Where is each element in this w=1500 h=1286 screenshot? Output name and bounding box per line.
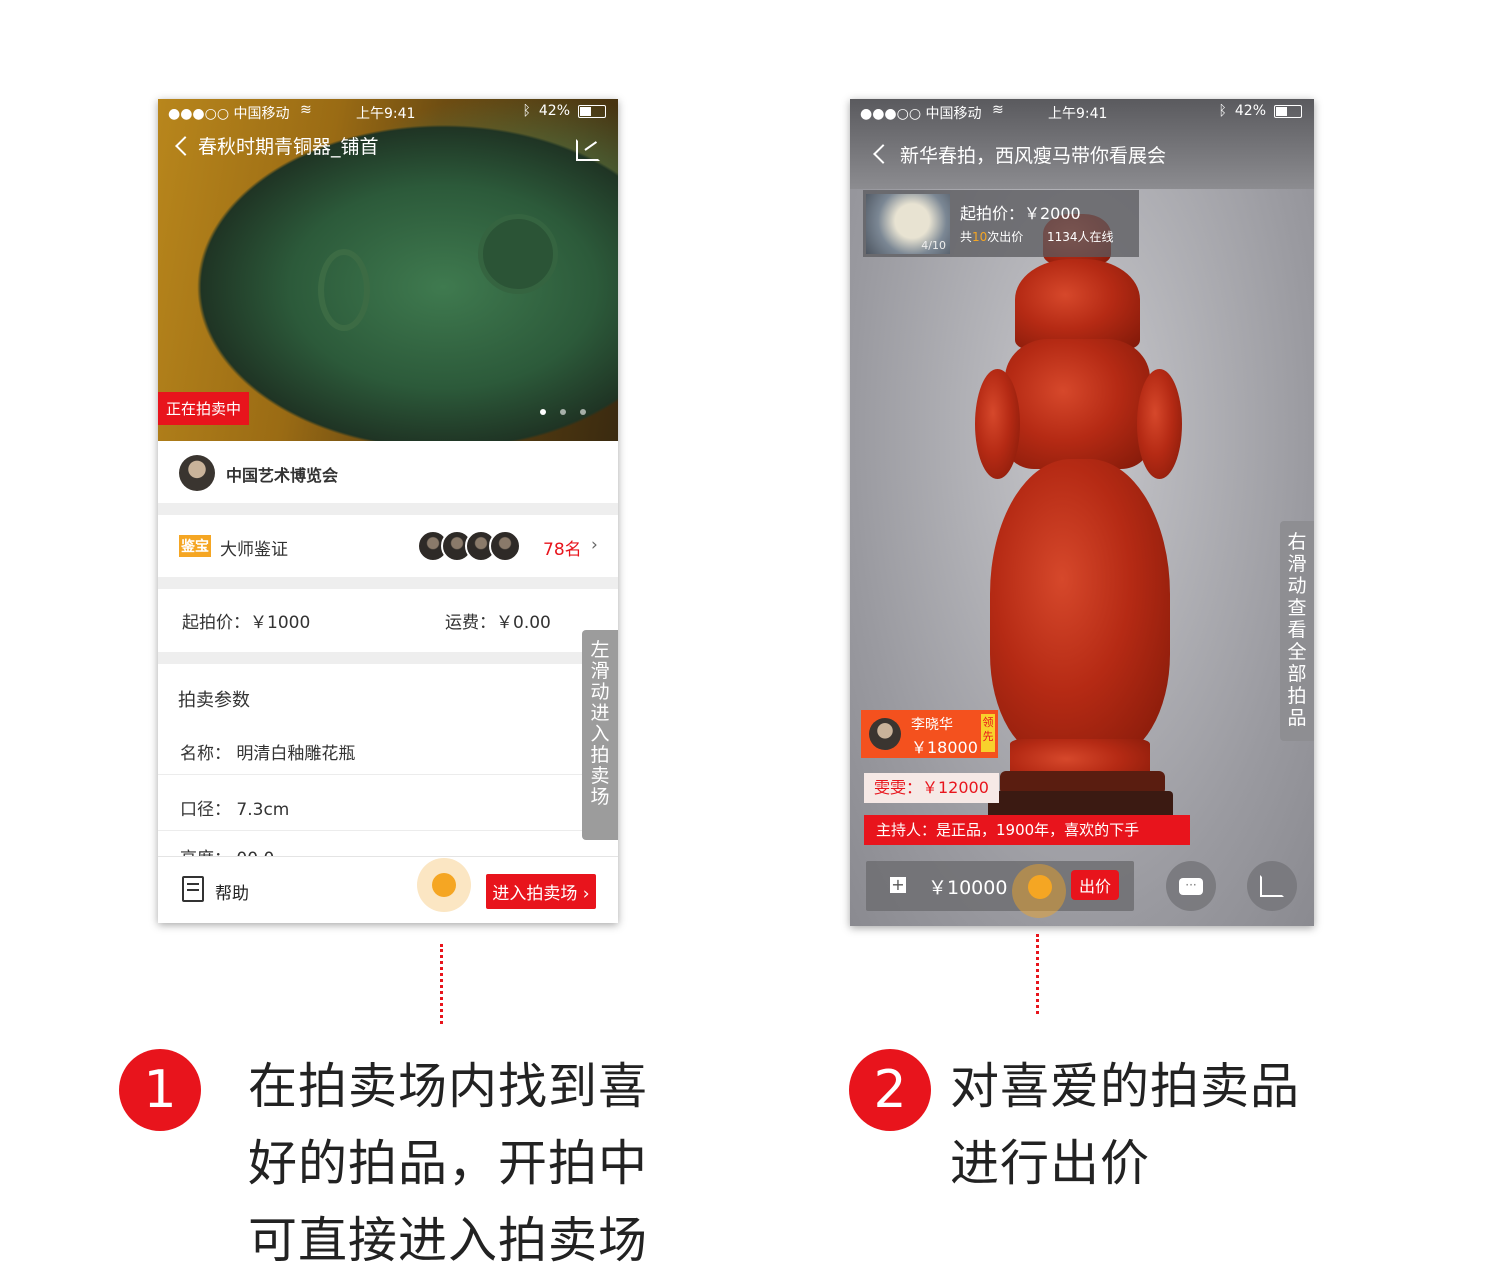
clock-label: 上午9:41 <box>356 106 416 122</box>
card-online-count: 1134人在线 <box>1047 230 1114 244</box>
lot-thumbnail[interactable]: 4/10 <box>866 194 950 254</box>
share-button[interactable] <box>1247 861 1297 911</box>
help-book-icon[interactable] <box>182 876 204 902</box>
live-auction-tag: 正在拍卖中 <box>158 392 250 425</box>
bluetooth-icon: ᛒ <box>1218 103 1227 119</box>
current-bid[interactable]: ￥10000 <box>928 873 1007 900</box>
chat-bubble-icon: ··· <box>1179 877 1203 895</box>
param-clip: 高度： 00.0 <box>158 844 618 856</box>
vase-handle-right <box>1137 369 1182 479</box>
swipe-right-label: 右滑动查看全部拍品 <box>1287 531 1307 729</box>
chevron-right-icon[interactable]: › <box>591 535 598 555</box>
param-diameter: 口径： 7.3cm <box>180 800 290 820</box>
lot-info-card[interactable]: 4/10 起拍价：￥2000 共10次出价 1134人在线 <box>863 190 1139 257</box>
page-title: 春秋时期青铜器_铺首 <box>198 136 379 158</box>
shipping-fee: 运费：￥0.00 <box>445 613 551 633</box>
appraise-label: 大师鉴证 <box>220 540 288 560</box>
page-title: 新华春拍，西风瘦马带你看展会 <box>900 145 1167 167</box>
swipe-left-label: 左滑动进入拍卖场 <box>590 639 610 808</box>
battery-percent: 42% <box>538 103 570 119</box>
param-name: 名称： 明清白釉雕花瓶 <box>180 744 356 764</box>
enter-auction-button[interactable]: 进入拍卖场 › <box>486 874 596 909</box>
leader-price: ￥18000 <box>911 738 978 757</box>
organizer-name[interactable]: 中国艺术博览会 <box>226 462 338 486</box>
step-number-1: 1 <box>119 1049 201 1131</box>
step-2-line: 对喜爱的拍卖品 <box>950 1058 1301 1115</box>
appraise-count[interactable]: 78名 <box>543 535 582 560</box>
swipe-right-tab[interactable]: 右滑动查看全部拍品 <box>1280 521 1314 741</box>
bids-suffix: 次出价 <box>987 230 1024 244</box>
section-divider <box>158 577 618 589</box>
section-divider <box>158 652 618 664</box>
bid-button[interactable]: 出价 <box>1071 870 1119 900</box>
bottom-bar: 帮助 进入拍卖场 › <box>158 856 618 923</box>
phone-screen-item-detail: ●●●○○ 中国移动 ≋ 上午9:41 ᛒ 42% 春秋时期青铜器_铺首 正在拍… <box>158 99 618 923</box>
vase-belly <box>990 459 1170 759</box>
battery-icon <box>1274 104 1302 118</box>
carousel-dot[interactable] <box>540 409 546 415</box>
bids-prefix: 共 <box>960 230 973 244</box>
leading-bid-chip: 李晓华 ￥18000 领先 <box>861 710 998 758</box>
card-bid-count: 共10次出价 <box>960 228 1023 245</box>
host-message: 主持人：是正品，1900年，喜欢的下手 <box>864 815 1190 845</box>
carrier-label: ●●●○○ 中国移动 <box>860 106 982 122</box>
bid-control-bar: + ￥10000 出价 <box>866 861 1134 918</box>
status-right: ᛒ 42% <box>522 103 606 119</box>
bidder-avatar <box>869 718 901 750</box>
vase-lid <box>1015 259 1140 349</box>
step-1-line: 在拍卖场内找到喜 <box>248 1058 649 1115</box>
touch-indicator-dot <box>1028 875 1052 899</box>
params-title: 拍卖参数 <box>178 690 250 711</box>
wifi-icon: ≋ <box>992 102 1004 118</box>
status-bar: ●●●○○ 中国移动 ≋ 上午9:41 ᛒ 42% <box>158 99 618 125</box>
step-2-line: 进行出价 <box>950 1135 1151 1192</box>
carousel-dot[interactable] <box>560 409 566 415</box>
step-1-caption: 在拍卖场内找到喜 好的拍品，开拍中 可直接进入拍卖场 <box>248 1048 648 1279</box>
step-1-line: 可直接进入拍卖场 <box>248 1212 649 1269</box>
status-right: ᛒ 42% <box>1218 103 1302 119</box>
carousel-dot[interactable] <box>580 409 586 415</box>
appraise-badge: 鉴宝 <box>179 535 211 557</box>
row-divider <box>158 774 618 775</box>
bluetooth-icon: ᛒ <box>522 103 531 119</box>
vase-shoulder <box>1005 339 1150 469</box>
leader-name: 李晓华 <box>911 717 953 733</box>
vessel-ring-handle <box>318 249 370 331</box>
vessel-medallion <box>478 214 558 294</box>
card-start-price: 起拍价：￥2000 <box>960 204 1081 223</box>
carousel-dots[interactable] <box>540 409 586 415</box>
step-1-line: 好的拍品，开拍中 <box>248 1135 649 1192</box>
carrier-label: ●●●○○ 中国移动 <box>168 106 290 122</box>
clock-label: 上午9:41 <box>1048 106 1108 122</box>
bids-count: 10 <box>972 230 988 244</box>
section-divider <box>158 503 618 515</box>
leader-tag: 领先 <box>981 714 995 752</box>
status-bar: ●●●○○ 中国移动 ≋ 上午9:41 ᛒ 42% <box>850 99 1314 125</box>
chat-button[interactable]: ··· <box>1166 861 1216 911</box>
touch-indicator-dot <box>432 873 456 897</box>
phone-screen-live-auction: ●●●○○ 中国移动 ≋ 上午9:41 ᛒ 42% 新华春拍，西风瘦马带你看展会… <box>850 99 1314 926</box>
vase-handle-left <box>975 369 1020 479</box>
help-label[interactable]: 帮助 <box>215 879 249 904</box>
expert-avatar <box>489 530 521 562</box>
swipe-left-tab[interactable]: 左滑动进入拍卖场 <box>582 630 618 840</box>
row-divider <box>158 830 618 831</box>
step-number-2: 2 <box>849 1049 931 1131</box>
param-height: 高度： 00.0 <box>180 844 274 856</box>
share-icon <box>1260 875 1284 897</box>
connector-line-1 <box>440 944 443 1024</box>
wifi-icon: ≋ <box>300 102 312 118</box>
connector-line-2 <box>1036 934 1039 1014</box>
start-price: 起拍价：￥1000 <box>182 613 311 633</box>
battery-icon <box>578 104 606 118</box>
expert-avatars[interactable] <box>417 530 521 562</box>
organizer-avatar[interactable] <box>179 455 215 491</box>
bid-chip-wenwen: 雯雯：￥12000 <box>864 773 999 803</box>
thumbnail-counter: 4/10 <box>921 239 946 252</box>
step-2-caption: 对喜爱的拍卖品 进行出价 <box>950 1048 1300 1202</box>
plus-icon[interactable]: + <box>890 877 906 893</box>
battery-percent: 42% <box>1234 103 1266 119</box>
share-icon[interactable] <box>576 135 600 161</box>
